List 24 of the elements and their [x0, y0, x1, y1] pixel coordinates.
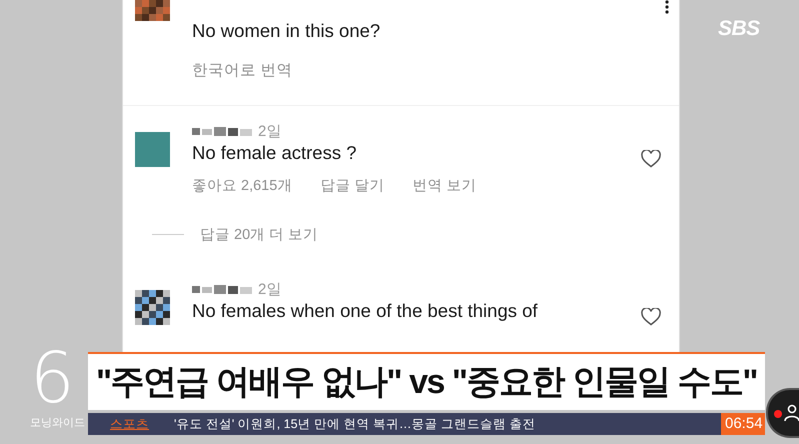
comment-text: No female actress ?	[192, 142, 358, 164]
person-icon[interactable]	[784, 404, 799, 422]
reply-link[interactable]: 답글 달기	[320, 176, 384, 195]
comment-time: 2일	[258, 122, 282, 140]
heart-icon[interactable]	[641, 150, 661, 168]
heart-icon[interactable]	[641, 308, 661, 326]
view-replies-link[interactable]: 답글 20개 더 보기	[200, 225, 318, 244]
more-options-icon[interactable]	[665, 0, 669, 14]
channel-logo: SBS	[718, 17, 760, 41]
translate-link[interactable]: 한국어로 번역	[192, 60, 292, 81]
blurred-username-icon	[192, 283, 254, 295]
translate-link[interactable]: 번역 보기	[412, 176, 476, 195]
comment-text: No females when one of the best things of	[192, 300, 539, 322]
ticker-category: 스포츠	[110, 416, 150, 432]
blurred-username-icon	[192, 125, 254, 137]
clock: 06:54	[721, 413, 765, 435]
comment-text: No women in this one?	[192, 20, 382, 42]
comment-time: 2일	[258, 280, 282, 298]
like-count: 좋아요 2,615개	[192, 177, 292, 195]
program-number: 6	[30, 340, 75, 416]
headline: "주연급 여배우 없나" vs "중요한 인물일 수도"	[96, 362, 757, 403]
ticker-text: '유도 전설' 이원희, 15년 만에 현역 복귀…몽골 그랜드슬램 출전	[174, 416, 536, 432]
avatar-icon[interactable]	[135, 290, 170, 325]
program-name: 모닝와이드	[30, 416, 85, 430]
